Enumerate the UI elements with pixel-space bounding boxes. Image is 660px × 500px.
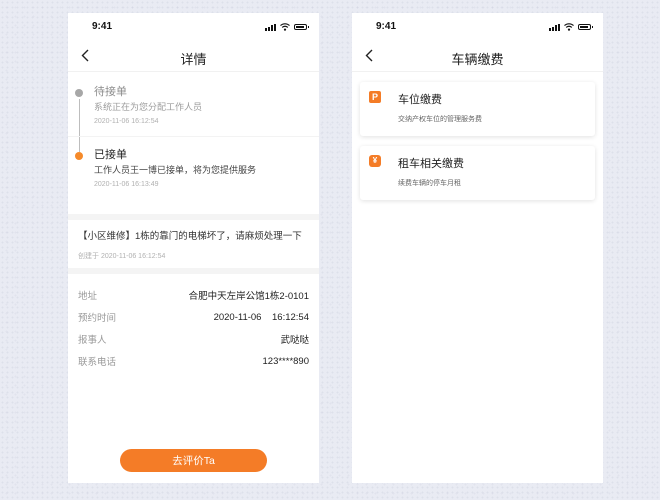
step-dot bbox=[75, 89, 83, 97]
step-title: 待接单 bbox=[94, 86, 127, 98]
order-created-time: 创建于 2020-11-06 16:12:54 bbox=[78, 253, 166, 260]
rate-button[interactable]: 去评价Ta bbox=[120, 449, 267, 472]
battery-icon bbox=[294, 24, 309, 30]
detail-screen: 9:41 详情 待接单 系统正在为您分配工作人员 2020-11-06 16:1… bbox=[68, 13, 319, 483]
wifi-icon bbox=[564, 23, 574, 31]
status-icons bbox=[265, 23, 309, 31]
yen-icon: ¥ bbox=[369, 155, 381, 167]
step-title: 已接单 bbox=[94, 149, 127, 161]
timeline-step-accepted: 已接单 工作人员王一博已接单，将为您提供服务 2020-11-06 16:13:… bbox=[68, 147, 319, 188]
info-row-reporter: 报事人 武哒哒 bbox=[78, 328, 309, 350]
battery-icon bbox=[578, 24, 593, 30]
order-info: 地址 合肥中天左岸公馆1栋2-0101 预约时间 2020-11-06 16:1… bbox=[68, 274, 319, 372]
parking-icon: P bbox=[369, 91, 381, 103]
info-value: 2020-11-06 16:12:54 bbox=[213, 311, 309, 323]
info-row-phone: 联系电话 123****890 bbox=[78, 350, 309, 372]
page-title: 详情 bbox=[180, 52, 207, 67]
progress-timeline: 待接单 系统正在为您分配工作人员 2020-11-06 16:12:54 已接单… bbox=[68, 72, 319, 220]
step-desc: 系统正在为您分配工作人员 bbox=[94, 102, 203, 112]
vehicle-payment-screen: 9:41 车辆缴费 P 车位缴费 交纳产权车位的管理服务费 ¥ 租车相关缴费 续… bbox=[352, 13, 603, 483]
info-label: 联系电话 bbox=[78, 357, 117, 368]
info-label: 预约时间 bbox=[78, 313, 117, 324]
status-time: 9:41 bbox=[92, 21, 113, 32]
info-value: 武哒哒 bbox=[280, 335, 309, 346]
info-label: 地址 bbox=[78, 291, 98, 302]
step-dot bbox=[75, 152, 83, 160]
payment-options: P 车位缴费 交纳产权车位的管理服务费 ¥ 租车相关缴费 续费车辆的停车月租 bbox=[352, 72, 603, 200]
info-value: 合肥中天左岸公馆1栋2-0101 bbox=[188, 291, 309, 302]
timeline-step-pending: 待接单 系统正在为您分配工作人员 2020-11-06 16:12:54 bbox=[68, 84, 319, 137]
info-row-appointment: 预约时间 2020-11-06 16:12:54 bbox=[78, 306, 309, 328]
card-title: 车位缴费 bbox=[398, 94, 442, 106]
step-time: 2020-11-06 16:12:54 bbox=[94, 118, 159, 125]
status-icons bbox=[549, 23, 593, 31]
info-label: 报事人 bbox=[78, 335, 107, 346]
signal-icon bbox=[265, 23, 276, 31]
nav-bar: 车辆缴费 bbox=[352, 41, 603, 72]
parking-space-fee-card[interactable]: P 车位缴费 交纳产权车位的管理服务费 bbox=[360, 82, 595, 136]
info-row-address: 地址 合肥中天左岸公馆1栋2-0101 bbox=[78, 284, 309, 306]
step-desc: 工作人员王一博已接单，将为您提供服务 bbox=[94, 165, 257, 175]
card-desc: 续费车辆的停车月租 bbox=[398, 180, 461, 187]
rental-fee-card[interactable]: ¥ 租车相关缴费 续费车辆的停车月租 bbox=[360, 146, 595, 200]
nav-bar: 详情 bbox=[68, 41, 319, 72]
signal-icon bbox=[549, 23, 560, 31]
order-text: 【小区维修】1栋的靠门的电梯坏了，请麻烦处理一下 bbox=[78, 231, 302, 242]
card-title: 租车相关缴费 bbox=[398, 158, 464, 170]
status-bar: 9:41 bbox=[68, 13, 319, 41]
step-time: 2020-11-06 16:13:49 bbox=[94, 181, 159, 188]
page-title: 车辆缴费 bbox=[451, 52, 504, 67]
info-value: 123****890 bbox=[262, 355, 310, 367]
status-time: 9:41 bbox=[376, 21, 397, 32]
card-desc: 交纳产权车位的管理服务费 bbox=[398, 116, 482, 123]
order-summary: 【小区维修】1栋的靠门的电梯坏了，请麻烦处理一下 创建于 2020-11-06 … bbox=[68, 220, 319, 274]
status-bar: 9:41 bbox=[352, 13, 603, 41]
wifi-icon bbox=[280, 23, 290, 31]
